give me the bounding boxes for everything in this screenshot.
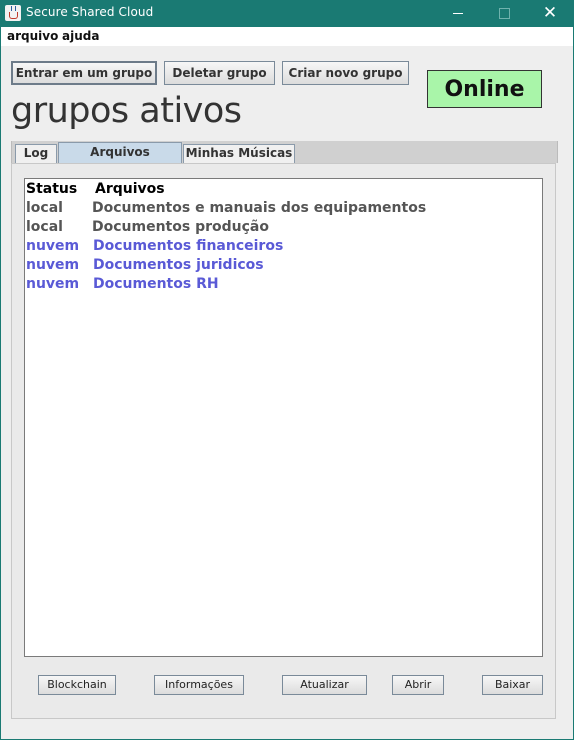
maximize-button[interactable]: [481, 0, 527, 27]
main-panel: arquivo ajuda Entrar em um grupo Deletar…: [1, 27, 573, 739]
refresh-button[interactable]: Atualizar: [282, 675, 367, 695]
column-header-status: Status: [26, 181, 78, 197]
column-header-arquivos: Arquivos: [95, 181, 165, 197]
title-bar[interactable]: Secure Shared Cloud ✕: [0, 0, 574, 27]
file-status: local: [26, 219, 63, 235]
tab-minhas-musicas[interactable]: Minhas Músicas: [183, 144, 295, 163]
file-name: Documentos produção: [92, 219, 269, 235]
download-button[interactable]: Baixar: [482, 675, 543, 695]
tab-arquivos-empresa[interactable]: Arquivos Empresa: [58, 142, 182, 178]
page-title: grupos ativos: [11, 91, 242, 131]
file-status: nuvem: [26, 257, 80, 273]
file-status: nuvem: [26, 276, 80, 292]
file-status: local: [26, 200, 63, 216]
file-status: nuvem: [26, 238, 80, 254]
list-item[interactable]: nuvem Documentos RH: [25, 276, 542, 295]
connection-status-badge: Online: [427, 70, 542, 108]
app-window: Secure Shared Cloud ✕ arquivo ajuda Entr…: [0, 0, 574, 740]
menu-bar: arquivo ajuda: [1, 27, 573, 46]
tab-strip: Log Arquivos Empresa Minhas Músicas: [11, 141, 558, 178]
delete-group-button[interactable]: Deletar grupo: [164, 61, 275, 85]
join-group-button[interactable]: Entrar em um grupo: [11, 61, 157, 85]
file-name: Documentos juridicos: [93, 257, 264, 273]
java-cup-icon: [5, 5, 21, 21]
list-item[interactable]: nuvem Documentos financeiros: [25, 238, 542, 257]
minimize-button[interactable]: [435, 0, 481, 27]
menu-ajuda[interactable]: ajuda: [62, 29, 99, 43]
open-button[interactable]: Abrir: [392, 675, 444, 695]
list-item[interactable]: local Documentos e manuais dos equipamen…: [25, 200, 542, 219]
info-button[interactable]: Informações: [154, 675, 244, 695]
file-list[interactable]: Status Arquivos local Documentos e manua…: [24, 178, 543, 657]
list-item[interactable]: local Documentos produção: [25, 219, 542, 238]
blockchain-button[interactable]: Blockchain: [38, 675, 116, 695]
window-title: Secure Shared Cloud: [26, 5, 154, 19]
file-name: Documentos e manuais dos equipamentos: [92, 200, 427, 216]
file-name: Documentos financeiros: [93, 238, 284, 254]
close-button[interactable]: ✕: [527, 0, 573, 27]
menu-arquivo[interactable]: arquivo: [7, 29, 58, 43]
list-item[interactable]: nuvem Documentos juridicos: [25, 257, 542, 276]
tab-log[interactable]: Log: [15, 144, 57, 163]
tab-panel-arquivos-empresa: Status Arquivos local Documentos e manua…: [11, 163, 556, 719]
create-group-button[interactable]: Criar novo grupo: [282, 61, 409, 85]
file-name: Documentos RH: [93, 276, 219, 292]
